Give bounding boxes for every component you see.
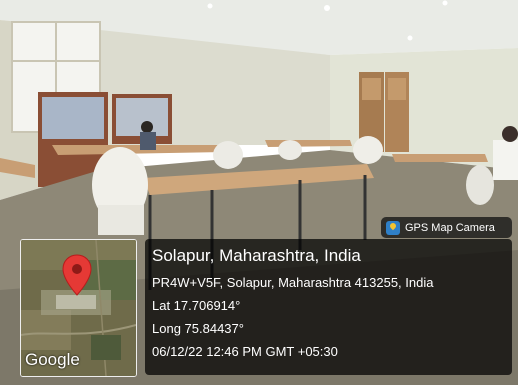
location-title: Solapur, Maharashtra, India: [152, 246, 361, 265]
badge-label: GPS Map Camera: [405, 221, 495, 234]
gps-map-camera-icon: [386, 220, 400, 235]
latitude-line: Lat 17.706914°: [152, 298, 241, 313]
longitude-line: Long 75.84437°: [152, 321, 244, 336]
map-thumbnail[interactable]: Google: [20, 239, 137, 377]
location-info-panel: Solapur, Maharashtra, India PR4W+V5F, So…: [145, 239, 512, 375]
google-logo: Google: [25, 350, 80, 369]
gps-map-camera-badge: GPS Map Camera: [381, 217, 512, 238]
datetime-line: 06/12/22 12:46 PM GMT +05:30: [152, 344, 338, 359]
photo-frame: Google GPS Map Camera Solapur, Maharasht…: [0, 0, 518, 385]
address-line: PR4W+V5F, Solapur, Maharashtra 413255, I…: [152, 275, 434, 290]
map-pin-icon: [62, 254, 92, 296]
